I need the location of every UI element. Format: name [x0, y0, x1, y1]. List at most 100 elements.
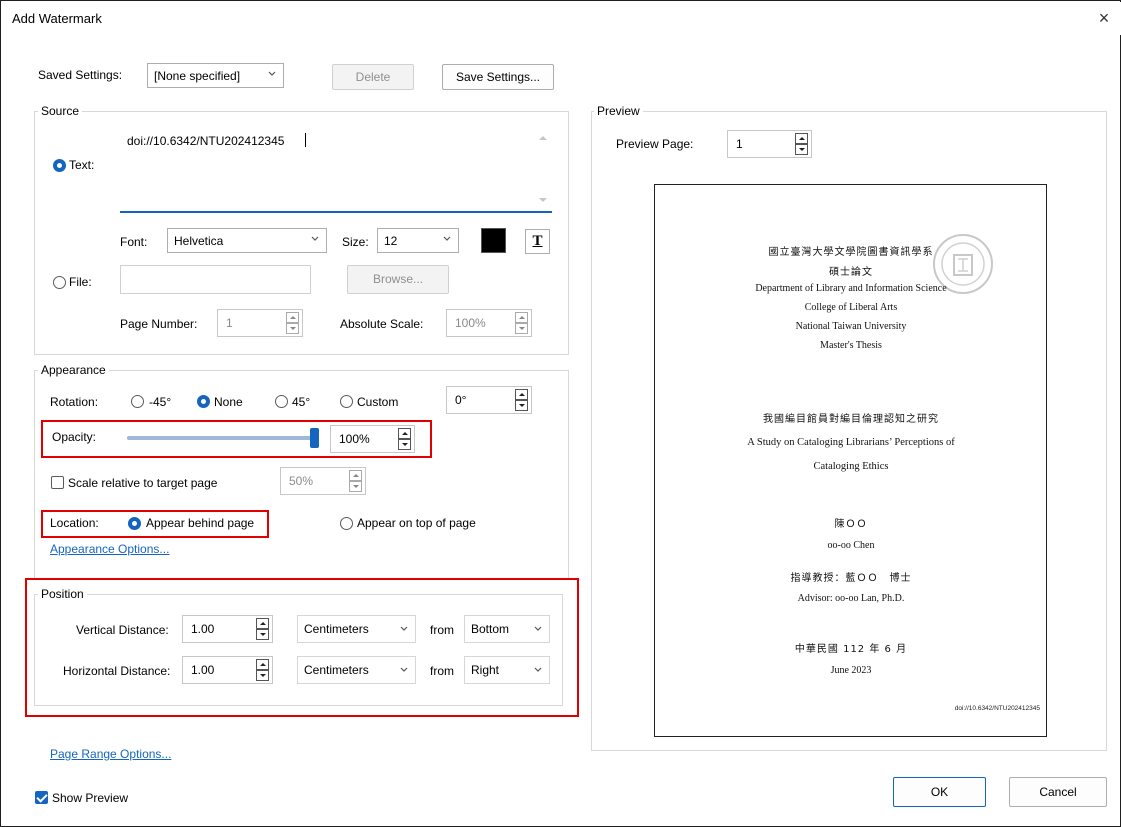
doc-line-15: June 2023: [830, 665, 872, 676]
doc-line-8: A Study on Cataloging Librarians’ Percep…: [747, 437, 955, 448]
source-group-title: Source: [38, 104, 83, 118]
preview-page-stepper[interactable]: [795, 133, 808, 155]
vertical-distance-spinbox[interactable]: 1.00: [182, 615, 273, 643]
ok-button[interactable]: OK: [893, 777, 986, 807]
vertical-from-dropdown[interactable]: Bottom: [464, 615, 550, 643]
location-top-label: Appear on top of page: [357, 516, 476, 530]
vertical-distance-stepper[interactable]: [256, 618, 269, 640]
opacity-slider-thumb[interactable]: [310, 428, 319, 448]
file-path-input[interactable]: [120, 265, 311, 294]
absolute-scale-spinbox[interactable]: 100%: [446, 309, 532, 337]
rotation-45-radio[interactable]: [275, 395, 288, 408]
doc-line-3: Department of Library and Information Sc…: [755, 283, 947, 294]
rotation-custom-label: Custom: [357, 395, 399, 409]
doc-line-6: Master's Thesis: [820, 340, 882, 351]
scroll-up-icon[interactable]: [538, 133, 548, 143]
preview-page-label: Preview Page:: [616, 137, 694, 151]
save-settings-button[interactable]: Save Settings...: [442, 64, 554, 90]
scale-relative-spinbox[interactable]: 50%: [280, 467, 366, 495]
horizontal-from-value: Right: [471, 663, 500, 677]
watermark-text-input[interactable]: doi://10.6342/NTU202412345: [120, 127, 552, 213]
scroll-down-icon[interactable]: [538, 195, 548, 205]
close-icon[interactable]: ×: [1093, 7, 1115, 29]
saved-settings-label: Saved Settings:: [38, 68, 123, 82]
show-preview-label: Show Preview: [52, 791, 129, 805]
font-label: Font:: [120, 235, 148, 249]
page-range-options-link[interactable]: Page Range Options...: [50, 747, 171, 761]
rotation-custom-stepper[interactable]: [515, 389, 528, 411]
size-dropdown[interactable]: 12: [377, 228, 459, 253]
rotation-45-label: 45°: [292, 395, 311, 409]
rotation-custom-value: 0°: [455, 393, 467, 407]
preview-group-title: Preview: [594, 104, 643, 118]
doc-line-12: 指導教授：藍ＯＯ 博士: [790, 573, 912, 584]
horizontal-from-dropdown[interactable]: Right: [464, 656, 550, 684]
vertical-distance-label: Vertical Distance:: [76, 623, 169, 637]
color-swatch[interactable]: [481, 228, 506, 253]
location-top-radio[interactable]: [340, 517, 353, 530]
watermark-preview-text: doi://10.6342/NTU202412345: [954, 705, 1040, 712]
saved-settings-value: [None specified]: [154, 69, 241, 83]
watermark-text-value: doi://10.6342/NTU202412345: [127, 134, 285, 148]
rotation-minus45-radio[interactable]: [131, 395, 144, 408]
preview-page: 國立臺灣大學文學院圖書資訊學系 碩士論文 Department of Libra…: [654, 184, 1047, 737]
rotation-none-label: None: [214, 395, 243, 409]
scale-relative-label: Scale relative to target page: [68, 476, 218, 490]
chevron-down-icon: [268, 71, 276, 76]
doc-line-9: Cataloging Ethics: [813, 461, 889, 472]
font-dropdown[interactable]: Helvetica: [167, 228, 327, 253]
location-behind-radio[interactable]: [128, 517, 141, 530]
rotation-none-radio[interactable]: [197, 395, 210, 408]
chevron-down-icon: [311, 236, 319, 241]
vertical-unit-dropdown[interactable]: Centimeters: [297, 615, 416, 643]
delete-button[interactable]: Delete: [332, 64, 414, 90]
opacity-label: Opacity:: [52, 430, 97, 444]
show-preview-checkbox[interactable]: [35, 791, 48, 804]
absolute-scale-value: 100%: [455, 316, 486, 330]
preview-page-spinbox[interactable]: 1: [727, 130, 812, 158]
horizontal-distance-value: 1.00: [191, 663, 215, 677]
rotation-custom-spinbox[interactable]: 0°: [446, 386, 532, 414]
appearance-options-link[interactable]: Appearance Options...: [50, 542, 169, 556]
chevron-down-icon: [400, 626, 408, 631]
file-option-radio[interactable]: [53, 276, 66, 289]
appearance-group-title: Appearance: [38, 363, 109, 377]
scale-relative-stepper[interactable]: [349, 470, 362, 492]
text-option-radio[interactable]: [53, 159, 66, 172]
preview-page-value: 1: [736, 137, 743, 151]
add-watermark-dialog: Add Watermark × Saved Settings: [None sp…: [0, 0, 1121, 827]
horizontal-distance-stepper[interactable]: [256, 659, 269, 681]
rotation-minus45-label: -45°: [149, 395, 172, 409]
opacity-stepper[interactable]: [398, 428, 411, 450]
chevron-down-icon: [534, 626, 542, 631]
dialog-title: Add Watermark: [12, 11, 102, 26]
saved-settings-dropdown[interactable]: [None specified]: [147, 63, 284, 88]
cancel-button[interactable]: Cancel: [1009, 777, 1107, 807]
chevron-down-icon: [534, 667, 542, 672]
absolute-scale-stepper[interactable]: [515, 312, 528, 334]
horizontal-unit-value: Centimeters: [304, 663, 369, 677]
horizontal-unit-dropdown[interactable]: Centimeters: [297, 656, 416, 684]
doc-line-2: 碩士論文: [829, 267, 873, 278]
absolute-scale-label: Absolute Scale:: [340, 317, 424, 331]
title-bar: Add Watermark ×: [2, 2, 1121, 35]
vertical-from-value: Bottom: [471, 622, 510, 636]
page-number-stepper[interactable]: [286, 312, 299, 334]
opacity-value: 100%: [339, 432, 370, 446]
page-number-label: Page Number:: [120, 317, 198, 331]
doc-line-1: 國立臺灣大學文學院圖書資訊學系: [768, 247, 934, 258]
opacity-spinbox[interactable]: 100%: [330, 425, 415, 453]
font-value: Helvetica: [174, 234, 224, 248]
location-behind-label: Appear behind page: [146, 516, 255, 530]
doc-line-13: Advisor: oo-oo Lan, Ph.D.: [797, 593, 905, 604]
page-number-spinbox[interactable]: 1: [217, 309, 303, 337]
chevron-down-icon: [400, 667, 408, 672]
position-group: [34, 594, 563, 706]
horizontal-distance-label: Horizontal Distance:: [63, 664, 171, 678]
rotation-custom-radio[interactable]: [340, 395, 353, 408]
scale-relative-checkbox[interactable]: [51, 476, 64, 489]
browse-button[interactable]: Browse...: [347, 265, 449, 294]
horizontal-distance-spinbox[interactable]: 1.00: [182, 656, 273, 684]
vertical-distance-value: 1.00: [191, 622, 215, 636]
text-format-icon[interactable]: T: [525, 229, 550, 254]
